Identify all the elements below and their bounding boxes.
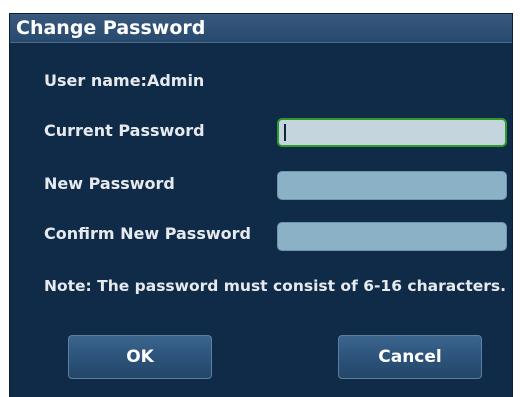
confirm-password-label: Confirm New Password <box>44 224 251 243</box>
current-password-input[interactable] <box>277 118 507 147</box>
user-name-label: User name:Admin <box>44 71 205 90</box>
new-password-label: New Password <box>44 174 175 193</box>
new-password-input[interactable] <box>277 171 507 200</box>
password-note: Note: The password must consist of 6-16 … <box>44 277 507 295</box>
current-password-label: Current Password <box>44 121 205 140</box>
cancel-button[interactable]: Cancel <box>338 335 482 379</box>
change-password-dialog: Change Password User name:Admin Current … <box>10 14 512 397</box>
dialog-titlebar: Change Password <box>10 14 512 43</box>
dialog-title: Change Password <box>16 17 206 39</box>
text-cursor <box>284 124 286 141</box>
ok-button[interactable]: OK <box>68 335 212 379</box>
confirm-password-input[interactable] <box>277 222 507 251</box>
obscured-background-text <box>178 0 298 12</box>
